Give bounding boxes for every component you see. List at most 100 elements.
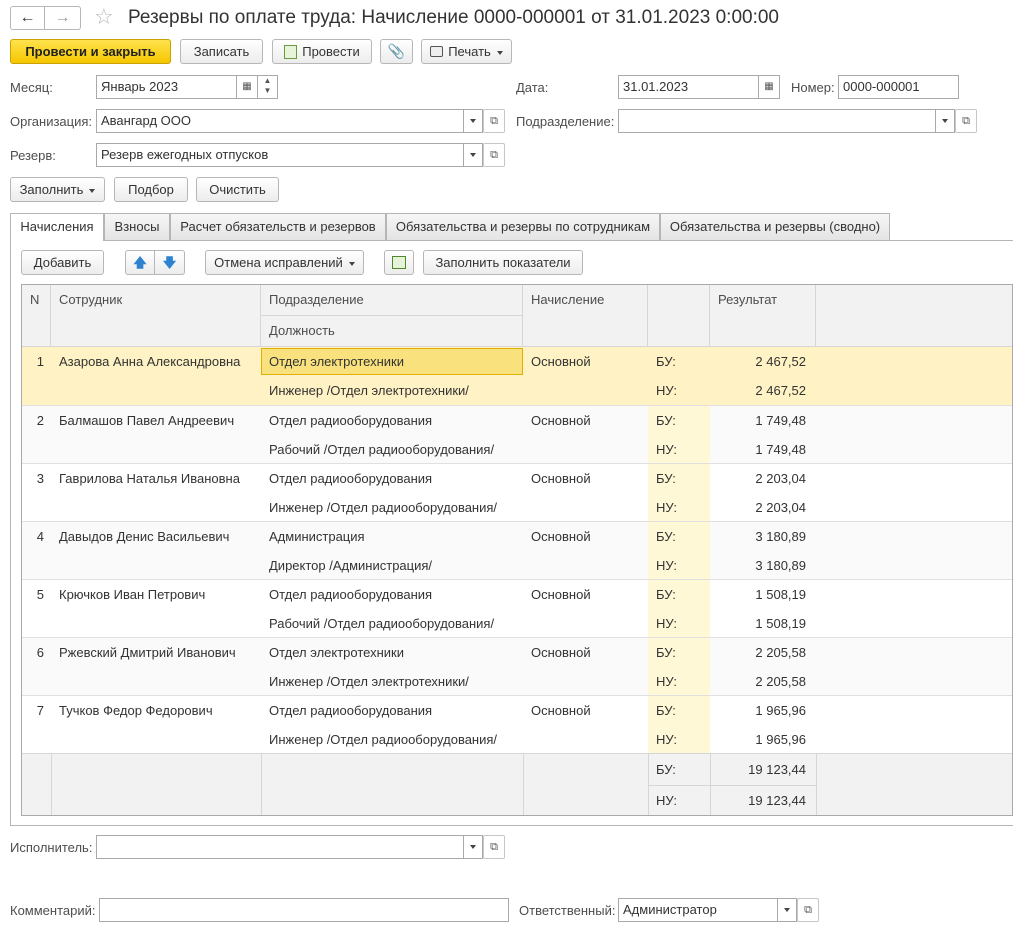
responsible-field[interactable]: Администратор (618, 898, 778, 922)
table-row[interactable]: 6 Ржевский Дмитрий Иванович Отдел электрот… (22, 637, 1012, 696)
column-header-employee[interactable]: Сотрудник (51, 285, 261, 347)
nu-result: 1 749,48 (755, 442, 806, 457)
organization-open-button[interactable]: ⧉ (483, 109, 505, 133)
nu-result: 2 205,58 (755, 674, 806, 689)
printer-icon (430, 46, 444, 58)
accruals-table: N Сотрудник Подразделение Должность Начи… (21, 284, 1013, 816)
select-button[interactable]: Подбор (114, 177, 188, 202)
reserve-open-button[interactable]: ⧉ (483, 143, 505, 167)
tab-obligations-summary[interactable]: Обязательства и резервы (сводно) (660, 213, 890, 240)
accrual-type: Основной (531, 645, 591, 660)
nu-label: НУ: (656, 383, 677, 398)
executor-field[interactable] (96, 835, 464, 859)
tab-accruals[interactable]: Начисления (10, 213, 104, 241)
employee-name: Балмашов Павел Андреевич (59, 413, 235, 428)
number-label: Номер: (791, 80, 835, 95)
position-name: Инженер /Отдел электротехники/ (269, 383, 469, 398)
employee-name: Крючков Иван Петрович (59, 587, 206, 602)
tab-contributions[interactable]: Взносы (104, 213, 170, 240)
reserve-field[interactable]: Резерв ежегодных отпусков (96, 143, 464, 167)
comment-label: Комментарий: (10, 903, 96, 918)
chevron-down-icon (470, 119, 476, 123)
totals-nu-value: 19 123,44 (748, 793, 806, 808)
fill-indicators-button[interactable]: Заполнить показатели (423, 250, 583, 275)
nu-label: НУ: (656, 558, 677, 573)
back-button[interactable]: ← (10, 6, 45, 30)
save-button[interactable]: Записать (180, 39, 263, 64)
table-row[interactable]: 5 Крючков Иван Петрович Отдел радиооборудо… (22, 579, 1012, 638)
table-row[interactable]: 2 Балмашов Павел Андреевич Отдел радиообор… (22, 405, 1012, 464)
tab-obligations-calc[interactable]: Расчет обязательств и резервов (170, 213, 386, 240)
accrual-type: Основной (531, 703, 591, 718)
tab-obligations-by-employee[interactable]: Обязательства и резервы по сотрудникам (386, 213, 660, 240)
responsible-open-button[interactable]: ⧉ (797, 898, 819, 922)
open-window-icon: ⧉ (490, 115, 498, 127)
calendar-button[interactable]: ▦ (236, 75, 258, 99)
print-button[interactable]: Печать (421, 39, 512, 64)
nu-label: НУ: (656, 500, 677, 515)
row-number: 2 (36, 413, 44, 428)
reserve-dropdown-button[interactable] (463, 143, 483, 167)
responsible-dropdown-button[interactable] (777, 898, 797, 922)
bu-result: 1 965,96 (755, 703, 806, 718)
division-name: Отдел радиооборудования (269, 413, 433, 428)
move-up-button[interactable]: 🡅 (125, 250, 155, 275)
division-field[interactable] (618, 109, 936, 133)
fill-button[interactable]: Заполнить (10, 177, 105, 202)
row-number: 1 (36, 354, 44, 369)
bu-label: БУ: (656, 413, 676, 428)
chevron-down-icon (470, 845, 476, 849)
column-header-accrual[interactable]: Начисление (523, 285, 648, 347)
table-settings-button[interactable] (384, 250, 414, 275)
nu-label: НУ: (656, 732, 677, 747)
print-button-label: Печать (448, 44, 491, 59)
post-and-close-button[interactable]: Провести и закрыть (10, 39, 171, 64)
clear-button[interactable]: Очистить (196, 177, 279, 202)
position-name: Директор /Администрация/ (269, 558, 433, 573)
month-stepper[interactable]: ▲ ▼ (257, 75, 278, 99)
comment-field[interactable] (99, 898, 509, 922)
post-button[interactable]: Провести (272, 39, 372, 64)
table-row[interactable]: 3 Гаврилова Наталья Ивановна Отдел радиооб… (22, 463, 1012, 522)
division-open-button[interactable]: ⧉ (955, 109, 977, 133)
executor-dropdown-button[interactable] (463, 835, 483, 859)
totals-row: БУ: 19 123,44 НУ: 19 123,44 (22, 753, 1012, 815)
executor-open-button[interactable]: ⧉ (483, 835, 505, 859)
chevron-down-icon (348, 261, 355, 266)
row-number: 4 (36, 529, 44, 544)
cancel-corrections-button[interactable]: Отмена исправлений (205, 250, 364, 275)
date-field[interactable]: 31.01.2023 (618, 75, 759, 99)
arrow-left-icon: ← (19, 9, 36, 26)
division-dropdown-button[interactable] (935, 109, 955, 133)
nu-result: 1 508,19 (755, 616, 806, 631)
row-number: 7 (36, 703, 44, 718)
organization-dropdown-button[interactable] (463, 109, 483, 133)
bu-result: 1 749,48 (755, 413, 806, 428)
favorite-star-icon[interactable]: ☆ (94, 4, 114, 30)
move-down-button[interactable]: 🡇 (155, 250, 185, 275)
chevron-down-icon (496, 50, 503, 55)
accrual-type: Основной (531, 587, 591, 602)
forward-button[interactable]: → (45, 6, 81, 30)
add-row-button[interactable]: Добавить (21, 250, 104, 275)
table-row[interactable]: 1 Азарова Анна Александровна Отдел электро… (22, 347, 1012, 405)
post-document-icon (284, 44, 298, 59)
month-field[interactable]: Январь 2023 (96, 75, 237, 99)
organization-field[interactable]: Авангард ООО (96, 109, 464, 133)
column-header-result[interactable]: Результат (710, 285, 816, 347)
nu-result: 2 467,52 (755, 383, 806, 398)
table-row[interactable]: 7 Тучков Федор Федорович Отдел радиооборуд… (22, 695, 1012, 754)
column-header-position[interactable]: Должность (261, 316, 523, 347)
bu-result: 1 508,19 (755, 587, 806, 602)
column-header-division[interactable]: Подразделение (261, 285, 523, 316)
number-field[interactable]: 0000-000001 (838, 75, 959, 99)
attach-button[interactable]: 📎 (380, 39, 413, 64)
column-header-n[interactable]: N (22, 285, 51, 347)
accrual-type: Основной (531, 413, 591, 428)
month-label: Месяц: (10, 80, 53, 95)
date-calendar-button[interactable]: ▦ (758, 75, 780, 99)
bu-label: БУ: (656, 354, 676, 369)
table-row[interactable]: 4 Давыдов Денис Васильевич Администрация Ди… (22, 521, 1012, 580)
employee-name: Тучков Федор Федорович (59, 703, 213, 718)
accrual-type: Основной (531, 529, 591, 544)
